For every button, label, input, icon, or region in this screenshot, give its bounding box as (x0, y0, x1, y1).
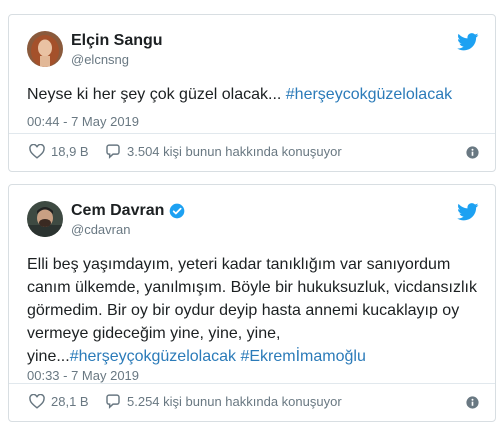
display-name[interactable]: Elçin Sangu (71, 32, 163, 50)
tweet-text-line: vermeye gideceğim yine, yine, yine, (27, 325, 281, 342)
display-name-text[interactable]: Cem Davran (71, 202, 164, 220)
conversation-link[interactable]: 5.254 kişi bunun hakkında konuşuyor (105, 394, 342, 409)
tweet-card: Cem Davran @cdavran Elli beş yaşımdayım,… (8, 184, 496, 422)
timestamp[interactable]: 00:33 - 7 May 2019 (27, 368, 139, 383)
heart-icon (29, 144, 45, 159)
hashtag-link[interactable]: #herşeycokgüzelolacak (286, 86, 452, 103)
speech-bubble-icon (106, 144, 120, 159)
verified-badge-icon (170, 203, 185, 219)
avatar[interactable] (27, 31, 63, 67)
tweet-text-line: yine...#herşeyçokgüzelolacak #Ekremİmamo… (27, 345, 479, 368)
twitter-bird-icon[interactable] (457, 203, 479, 221)
display-name[interactable]: Cem Davran (71, 202, 185, 220)
tweet-text-content: yine... (27, 348, 70, 365)
like-button[interactable]: 28,1 B (29, 394, 89, 409)
display-name-text[interactable]: Elçin Sangu (71, 32, 163, 50)
conversation-link[interactable]: 3.504 kişi bunun hakkında konuşuyor (105, 144, 342, 159)
conversation-count: 3.504 kişi bunun hakkında konuşuyor (127, 144, 342, 159)
action-bar: 28,1 B 5.254 kişi bunun hakkında konuşuy… (9, 383, 495, 421)
tweet-text-line: Elli beş yaşımdayım, yeteri kadar tanıkl… (27, 256, 451, 273)
avatar[interactable] (27, 201, 63, 237)
tweet-text: Neyse ki her şey çok güzel olacak... #he… (27, 83, 479, 106)
user-handle[interactable]: @cdavran (71, 222, 130, 237)
timestamp[interactable]: 00:44 - 7 May 2019 (27, 114, 139, 129)
info-icon[interactable] (466, 396, 479, 409)
conversation-count: 5.254 kişi bunun hakkında konuşuyor (127, 394, 342, 409)
speech-bubble-icon (106, 394, 120, 409)
like-count: 18,9 B (51, 144, 89, 159)
user-handle[interactable]: @elcnsng (71, 52, 129, 67)
action-bar: 18,9 B 3.504 kişi bunun hakkında konuşuy… (9, 133, 495, 171)
twitter-bird-icon[interactable] (457, 33, 479, 51)
like-button[interactable]: 18,9 B (29, 144, 89, 159)
tweet-text-line: canım ülkemde, yanılmışım. Böyle bir huk… (27, 279, 477, 296)
like-count: 28,1 B (51, 394, 89, 409)
hashtag-link[interactable]: #Ekremİmamoğlu (240, 348, 365, 365)
tweet-text-line: görmedim. Bir oy bir oydur deyip hasta a… (27, 302, 460, 319)
tweet-text: Elli beş yaşımdayım, yeteri kadar tanıkl… (27, 253, 479, 368)
info-icon[interactable] (466, 146, 479, 159)
hashtag-link[interactable]: #herşeyçokgüzelolacak (70, 348, 236, 365)
heart-icon (29, 394, 45, 409)
tweet-text-content: Neyse ki her şey çok güzel olacak... (27, 86, 286, 103)
tweet-card: Elçin Sangu @elcnsng Neyse ki her şey ço… (8, 14, 496, 172)
